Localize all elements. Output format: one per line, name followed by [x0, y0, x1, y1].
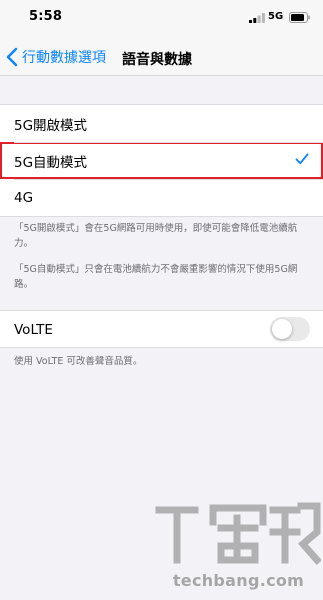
option-5g-auto[interactable]: 5G自動模式	[0, 142, 323, 179]
checkmark-icon	[295, 153, 309, 165]
option-label: 5G自動模式	[14, 154, 88, 171]
battery-icon	[289, 12, 310, 23]
back-button[interactable]: 行動數據選項	[6, 46, 106, 68]
volte-row: VoLTE	[0, 311, 323, 348]
back-button-label: 行動數據選項	[22, 50, 106, 66]
volte-label: VoLTE	[14, 321, 53, 338]
description-5g-auto: 「5G自動模式」只會在電池續航力不會嚴重影響的情況下使用5G網路。	[14, 264, 298, 290]
description-5g-on: 「5G開啟模式」會在5G網路可用時使用，即使可能會降低電池續航力。	[14, 223, 298, 249]
voice-data-mode-group: 5G開啟模式 5G自動模式 4G	[0, 104, 323, 217]
option-4g[interactable]: 4G	[0, 179, 323, 216]
volte-group: VoLTE	[0, 310, 323, 348]
chevron-left-icon	[6, 47, 18, 67]
techbang-logo-icon	[155, 502, 322, 565]
volte-footer: 使用 VoLTE 可改善聲音品質。	[14, 356, 143, 367]
volte-toggle[interactable]	[270, 317, 310, 341]
option-label: 5G開啟模式	[14, 117, 88, 134]
status-time: 5:58	[29, 9, 63, 24]
page-title: 語音與數據	[122, 52, 192, 68]
toggle-knob	[272, 319, 292, 339]
navigation-bar: 行動數據選項 語音與數據	[0, 38, 323, 76]
carrier-label: 5G	[268, 11, 284, 22]
watermark: techbang.com	[151, 498, 322, 600]
signal-bars-icon	[249, 13, 265, 23]
option-label: 4G	[14, 189, 34, 206]
option-5g-on[interactable]: 5G開啟模式	[0, 105, 323, 142]
status-bar: 5:58 5G	[0, 0, 323, 38]
watermark-text: techbang.com	[172, 571, 305, 590]
